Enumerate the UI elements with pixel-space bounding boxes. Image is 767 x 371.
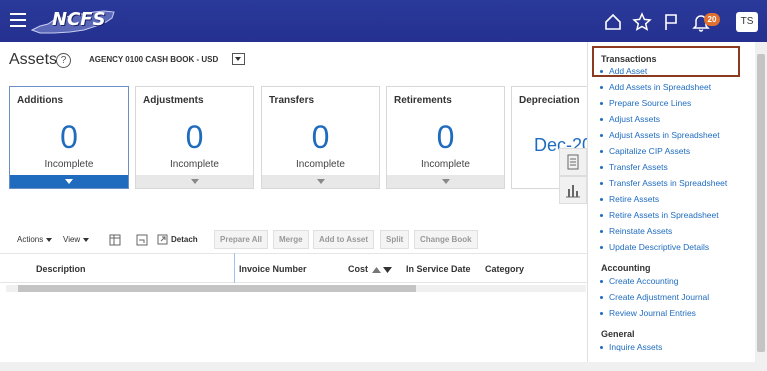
scrollbar-thumb[interactable] — [18, 285, 416, 292]
card-title: Depreciation — [519, 95, 580, 106]
column-header-in-service-date[interactable]: In Service Date — [406, 264, 471, 274]
split-button[interactable]: Split — [380, 230, 410, 249]
task-transfer-assets[interactable]: Transfer Assets — [600, 162, 668, 172]
book-label: AGENCY 0100 CASH BOOK - USD — [89, 55, 219, 64]
chevron-down-icon — [46, 237, 53, 242]
card-expand-toggle[interactable] — [262, 175, 379, 188]
notification-badge: 20 — [704, 13, 720, 26]
column-header-invoice-number[interactable]: Invoice Number — [239, 264, 307, 274]
section-general: General — [601, 329, 635, 339]
freeze-columns-icon[interactable] — [108, 231, 122, 249]
card-transfers[interactable]: Transfers 0 Incomplete — [261, 86, 380, 189]
detach-icon — [157, 234, 168, 245]
view-label: View — [63, 235, 81, 244]
section-accounting: Accounting — [601, 263, 651, 273]
bar-chart-icon — [566, 185, 580, 198]
favorites-star-icon[interactable] — [632, 12, 652, 32]
task-retire-assets-in-spreadsheet[interactable]: Retire Assets in Spreadsheet — [600, 210, 719, 220]
task-retire-assets[interactable]: Retire Assets — [599, 194, 659, 204]
column-header-category[interactable]: Category — [485, 264, 524, 274]
card-status: Incomplete — [44, 159, 94, 170]
card-status: Incomplete — [421, 159, 470, 170]
table-header: Description Invoice Number Cost In Servi… — [0, 253, 587, 283]
column-header-cost[interactable]: Cost — [348, 264, 393, 274]
sort-icon[interactable] — [371, 265, 393, 274]
card-expand-toggle[interactable] — [387, 175, 504, 188]
detach-label: Detach — [171, 235, 198, 244]
card-additions[interactable]: Additions 0 Incomplete — [9, 86, 129, 189]
card-title: Retirements — [394, 95, 452, 106]
task-update-descriptive-details[interactable]: Update Descriptive Details — [599, 242, 709, 252]
task-capitalize-cip-assets[interactable]: Capitalize CIP Assets — [599, 146, 690, 156]
card-count: 0 — [185, 119, 204, 155]
vertical-scrollbar[interactable] — [755, 42, 767, 362]
task-adjust-assets[interactable]: Adjust Assets — [599, 114, 660, 124]
merge-button[interactable]: Merge — [273, 230, 309, 249]
column-header-description[interactable]: Description — [36, 264, 86, 274]
task-add-assets-in-spreadsheet[interactable]: Add Assets in Spreadsheet — [599, 82, 711, 92]
change-book-button[interactable]: Change Book — [414, 230, 478, 249]
book-dropdown[interactable] — [232, 53, 245, 65]
card-title: Adjustments — [143, 95, 204, 106]
task-review-journal-entries[interactable]: Review Journal Entries — [600, 308, 696, 318]
card-count: 0 — [60, 119, 78, 155]
menu-icon[interactable] — [10, 13, 26, 27]
actions-menu[interactable]: Actions — [17, 231, 53, 249]
help-icon[interactable]: ? — [56, 53, 71, 68]
flag-icon[interactable] — [661, 12, 681, 32]
task-create-accounting[interactable]: Create Accounting — [599, 276, 678, 286]
chevron-down-icon — [83, 237, 90, 242]
top-bar: NCFS 20 TS — [0, 0, 767, 42]
highlight-box — [592, 46, 740, 77]
column-resize-handle[interactable] — [234, 253, 235, 283]
task-reinstate-assets[interactable]: Reinstate Assets — [599, 226, 672, 236]
card-expand-toggle[interactable] — [136, 175, 253, 188]
user-avatar[interactable]: TS — [736, 12, 758, 32]
card-title: Transfers — [269, 95, 315, 106]
card-count: 0 — [311, 119, 330, 155]
task-create-adjustment-journal[interactable]: Create Adjustment Journal — [599, 292, 709, 302]
task-adjust-assets-in-spreadsheet[interactable]: Adjust Assets in Spreadsheet — [600, 130, 720, 140]
add-to-asset-button[interactable]: Add to Asset — [313, 230, 375, 249]
task-transfer-assets-in-spreadsheet[interactable]: Transfer Assets in Spreadsheet — [599, 178, 727, 188]
side-tool-analytics[interactable] — [559, 176, 587, 204]
tasks-panel: Transactions Add Asset Add Assets in Spr… — [587, 42, 756, 362]
card-adjustments[interactable]: Adjustments 0 Incomplete — [135, 86, 254, 189]
home-icon[interactable] — [603, 12, 623, 32]
horizontal-scrollbar[interactable] — [6, 285, 586, 292]
card-retirements[interactable]: Retirements 0 Incomplete — [386, 86, 505, 189]
cost-label: Cost — [348, 264, 368, 274]
task-prepare-source-lines[interactable]: Prepare Source Lines — [599, 98, 691, 108]
card-status: Incomplete — [170, 159, 219, 170]
scrollbar-thumb[interactable] — [757, 54, 765, 352]
view-menu[interactable]: View — [63, 231, 90, 249]
card-count: 0 — [436, 119, 455, 155]
bottom-scrollbar[interactable] — [0, 362, 767, 371]
detach-button[interactable]: Detach — [157, 231, 198, 249]
side-tool-notes[interactable] — [559, 148, 587, 176]
actions-label: Actions — [17, 235, 44, 244]
prepare-all-button[interactable]: Prepare All — [214, 230, 268, 249]
logo-text: NCFS — [52, 9, 106, 30]
page-title: Assets — [9, 51, 58, 68]
document-icon — [567, 154, 579, 170]
task-inquire-assets[interactable]: Inquire Assets — [599, 342, 662, 352]
card-expand-toggle[interactable] — [10, 175, 128, 188]
card-title: Additions — [17, 95, 64, 106]
card-status: Incomplete — [296, 159, 345, 170]
wrap-icon[interactable] — [135, 231, 149, 249]
